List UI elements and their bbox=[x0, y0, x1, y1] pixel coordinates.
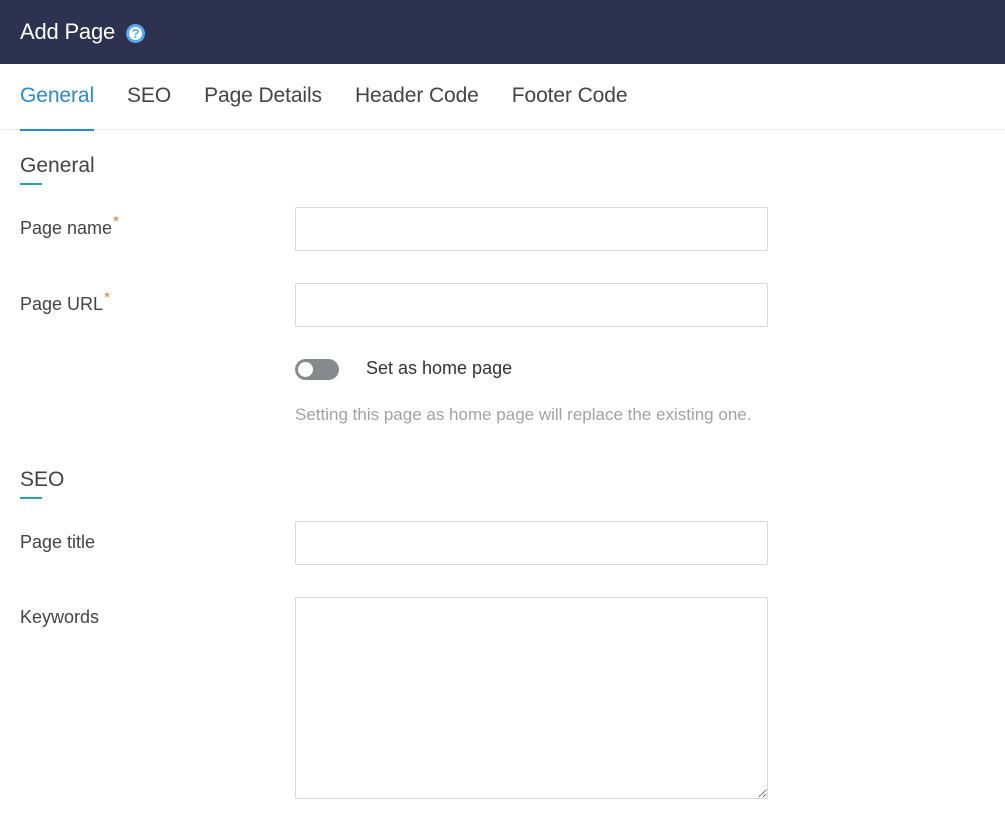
page-url-label: Page URL* bbox=[20, 289, 110, 315]
page-name-input[interactable] bbox=[295, 207, 768, 251]
general-section-underline bbox=[20, 183, 42, 185]
tab-page-details[interactable]: Page Details bbox=[204, 64, 322, 130]
general-section-title: General bbox=[20, 154, 95, 177]
required-mark: * bbox=[113, 213, 119, 230]
page-title: Add Page bbox=[20, 19, 116, 44]
keywords-textarea[interactable] bbox=[295, 597, 768, 799]
help-icon[interactable]: ? bbox=[126, 23, 146, 43]
page-url-input[interactable] bbox=[295, 283, 768, 327]
tab-general[interactable]: General bbox=[20, 64, 94, 131]
tab-header-code[interactable]: Header Code bbox=[355, 64, 479, 130]
page-title-input[interactable] bbox=[295, 521, 768, 565]
page-name-label: Page name* bbox=[20, 213, 119, 239]
seo-section-title: SEO bbox=[20, 468, 65, 491]
page-title-label: Page title bbox=[20, 532, 96, 552]
toggle-knob bbox=[298, 362, 313, 377]
page-name-label-text: Page name bbox=[20, 218, 113, 238]
home-page-hint: Setting this page as home page will repl… bbox=[295, 405, 752, 424]
home-page-toggle-label: Set as home page bbox=[366, 358, 513, 378]
keywords-label: Keywords bbox=[20, 607, 100, 627]
tab-footer-code[interactable]: Footer Code bbox=[512, 64, 628, 130]
required-mark: * bbox=[104, 289, 110, 306]
question-mark-glyph: ? bbox=[129, 26, 143, 40]
tab-bar: General SEO Page Details Header Code Foo… bbox=[0, 64, 1005, 131]
page-header: Add Page ? bbox=[0, 0, 1005, 64]
page-url-label-text: Page URL bbox=[20, 294, 104, 314]
tab-seo[interactable]: SEO bbox=[127, 64, 171, 130]
home-page-toggle[interactable] bbox=[295, 359, 339, 380]
seo-section-underline bbox=[20, 497, 42, 499]
